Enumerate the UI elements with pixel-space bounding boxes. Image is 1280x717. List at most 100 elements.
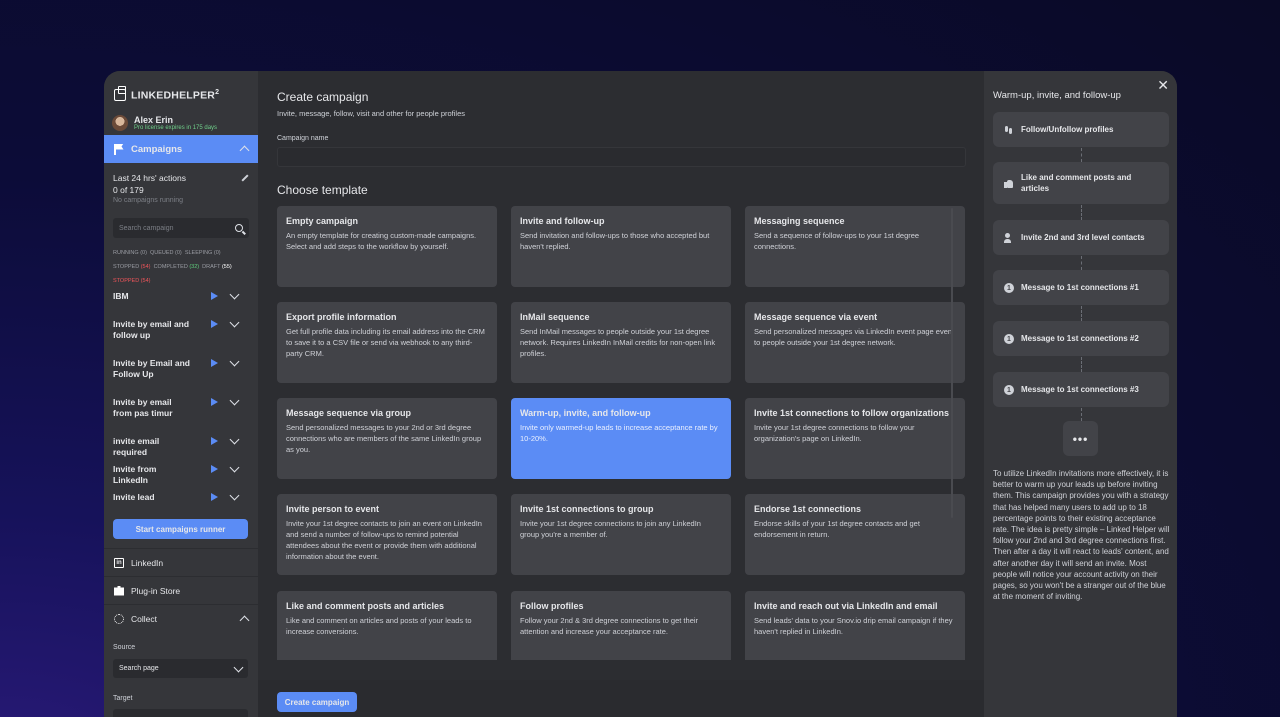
play-icon[interactable] xyxy=(211,398,218,406)
template-desc: Send a sequence of follow-ups to your 1s… xyxy=(754,231,920,251)
filter-draft[interactable]: DRAFT (55) xyxy=(202,264,232,270)
play-icon[interactable] xyxy=(211,437,218,445)
campaign-name: Invite by email and follow up xyxy=(113,319,190,340)
message-icon xyxy=(1004,333,1014,345)
workflow-step: Follow/Unfollow profiles xyxy=(993,112,1169,147)
workflow-step: Message to 1st connections #3 xyxy=(993,372,1169,407)
source-select[interactable]: Search page xyxy=(113,659,248,678)
template-card[interactable]: Endorse 1st connections Endorse skills o… xyxy=(745,494,965,575)
chevron-down-icon[interactable] xyxy=(229,356,240,367)
step-connector xyxy=(1081,357,1082,372)
user-profile[interactable]: Alex Erin Pro license expires in 175 day… xyxy=(104,105,258,135)
template-card[interactable]: Export profile information Get full prof… xyxy=(277,302,497,383)
template-card[interactable]: InMail sequence Send InMail messages to … xyxy=(511,302,731,383)
campaign-item[interactable]: Invite lead xyxy=(113,490,249,506)
step-label: Message to 1st connections #3 xyxy=(1021,385,1139,394)
filter-sleeping[interactable]: SLEEPING (0) xyxy=(185,250,221,256)
template-card[interactable]: Invite and follow-up Send invitation and… xyxy=(511,206,731,287)
stats-value: 0 of 179 xyxy=(113,185,144,195)
start-campaigns-runner-button[interactable]: Start campaigns runner xyxy=(113,519,248,539)
campaign-name: Invite by email from pas timur xyxy=(113,397,173,418)
puzzle-icon xyxy=(114,585,124,596)
template-card[interactable]: Invite and reach out via LinkedIn and em… xyxy=(745,591,965,660)
template-desc: Send personalized messages via LinkedIn … xyxy=(754,327,953,347)
template-card[interactable]: Empty campaign An empty template for cre… xyxy=(277,206,497,287)
play-icon[interactable] xyxy=(211,320,218,328)
message-icon xyxy=(1004,384,1014,396)
play-icon[interactable] xyxy=(211,292,218,300)
nav-plugin-store[interactable]: Plug-in Store xyxy=(104,576,258,604)
chevron-up-icon[interactable] xyxy=(239,615,250,625)
template-card[interactable]: Invite 1st connections to group Invite y… xyxy=(511,494,731,575)
edit-icon[interactable] xyxy=(241,174,249,182)
template-card-selected[interactable]: Warm-up, invite, and follow-up Invite on… xyxy=(511,398,731,479)
campaign-search-input[interactable]: Search campaign xyxy=(113,218,249,238)
chevron-down-icon[interactable] xyxy=(229,395,240,406)
template-title: Invite 1st connections to group xyxy=(520,504,654,514)
search-icon[interactable] xyxy=(235,224,243,232)
filter-running[interactable]: RUNNING (0) xyxy=(113,250,147,256)
templates-title: Choose template xyxy=(277,183,368,197)
campaign-item[interactable]: invite email required xyxy=(113,434,249,464)
filter-completed[interactable]: COMPLETED (32) xyxy=(154,264,200,270)
create-campaign-button[interactable]: Create campaign xyxy=(277,692,357,712)
template-desc: Follow your 2nd & 3rd degree connections… xyxy=(520,616,699,636)
filter-stopped[interactable]: STOPPED (54) xyxy=(113,264,151,270)
nav-linkedin[interactable]: in LinkedIn xyxy=(104,548,258,576)
step-label: Message to 1st connections #2 xyxy=(1021,334,1139,343)
campaign-list: IBM Invite by email and follow up Invite… xyxy=(104,289,258,506)
panel-title: Warm-up, invite, and follow-up xyxy=(993,90,1121,101)
template-card[interactable]: Follow profiles Follow your 2nd & 3rd de… xyxy=(511,591,731,660)
flag-icon xyxy=(114,143,124,155)
campaign-item[interactable]: Invite by email from pas timur xyxy=(113,395,249,436)
play-icon[interactable] xyxy=(211,493,218,501)
filter-queued[interactable]: QUEUED (0) xyxy=(150,250,182,256)
template-desc: Endorse skills of your 1st degree contac… xyxy=(754,519,920,539)
selected-filter[interactable]: STOPPED (54) xyxy=(113,274,249,288)
campaign-item[interactable]: IBM xyxy=(113,289,249,319)
chevron-down-icon[interactable] xyxy=(229,434,240,445)
campaign-item[interactable]: Invite by email and follow up xyxy=(113,317,249,358)
close-icon[interactable]: ✕ xyxy=(1157,77,1169,94)
stats-block: Last 24 hrs' actions 0 of 179 No campaig… xyxy=(104,163,258,204)
more-steps-button[interactable]: ••• xyxy=(1063,421,1098,456)
template-scrollbar[interactable] xyxy=(951,208,953,518)
nav-linkedin-label: LinkedIn xyxy=(131,557,164,568)
workflow-step: Like and comment posts and articles xyxy=(993,162,1169,204)
campaign-name-input[interactable] xyxy=(277,147,966,167)
app-name: LINKEDHELPER xyxy=(131,89,216,102)
chevron-down-icon[interactable] xyxy=(229,289,240,300)
template-card[interactable]: Messaging sequence Send a sequence of fo… xyxy=(745,206,965,287)
campaign-name: invite email required xyxy=(113,436,160,457)
chevron-down-icon[interactable] xyxy=(229,490,240,501)
campaign-item[interactable]: Invite from LinkedIn xyxy=(113,462,249,492)
campaign-name: Invite by Email and Follow Up xyxy=(113,358,190,379)
chevron-down-icon[interactable] xyxy=(229,317,240,328)
target-select[interactable] xyxy=(113,709,248,717)
campaign-item[interactable]: Invite by Email and Follow Up xyxy=(113,356,249,397)
step-label: Follow/Unfollow profiles xyxy=(1021,125,1114,134)
campaign-name: Invite from LinkedIn xyxy=(113,464,157,485)
chevron-up-icon[interactable] xyxy=(239,145,250,156)
template-card[interactable]: Like and comment posts and articles Like… xyxy=(277,591,497,660)
template-title: Invite 1st connections to follow organiz… xyxy=(754,408,950,418)
chevron-down-icon[interactable] xyxy=(229,462,240,473)
template-title: Message sequence via group xyxy=(286,408,412,418)
template-card[interactable]: Message sequence via group Send personal… xyxy=(277,398,497,479)
app-window: LINKEDHELPER2 Alex Erin Pro license expi… xyxy=(104,71,1177,717)
template-card[interactable]: Message sequence via event Send personal… xyxy=(745,302,965,383)
template-card[interactable]: Invite person to event Invite your 1st d… xyxy=(277,494,497,575)
logo-icon xyxy=(114,86,126,101)
source-label: Source xyxy=(113,644,136,651)
template-title: Messaging sequence xyxy=(754,216,845,226)
collect-icon xyxy=(114,613,124,624)
avatar xyxy=(112,114,128,131)
panel-description: To utilize LinkedIn invitations more eff… xyxy=(993,469,1170,602)
play-icon[interactable] xyxy=(211,359,218,367)
nav-collect[interactable]: Collect xyxy=(104,604,258,632)
template-desc: Send invitation and follow-ups to those … xyxy=(520,231,710,251)
template-title: Like and comment posts and articles xyxy=(286,601,445,611)
template-card[interactable]: Invite 1st connections to follow organiz… xyxy=(745,398,965,479)
campaigns-section-header[interactable]: Campaigns xyxy=(104,135,258,163)
play-icon[interactable] xyxy=(211,465,218,473)
